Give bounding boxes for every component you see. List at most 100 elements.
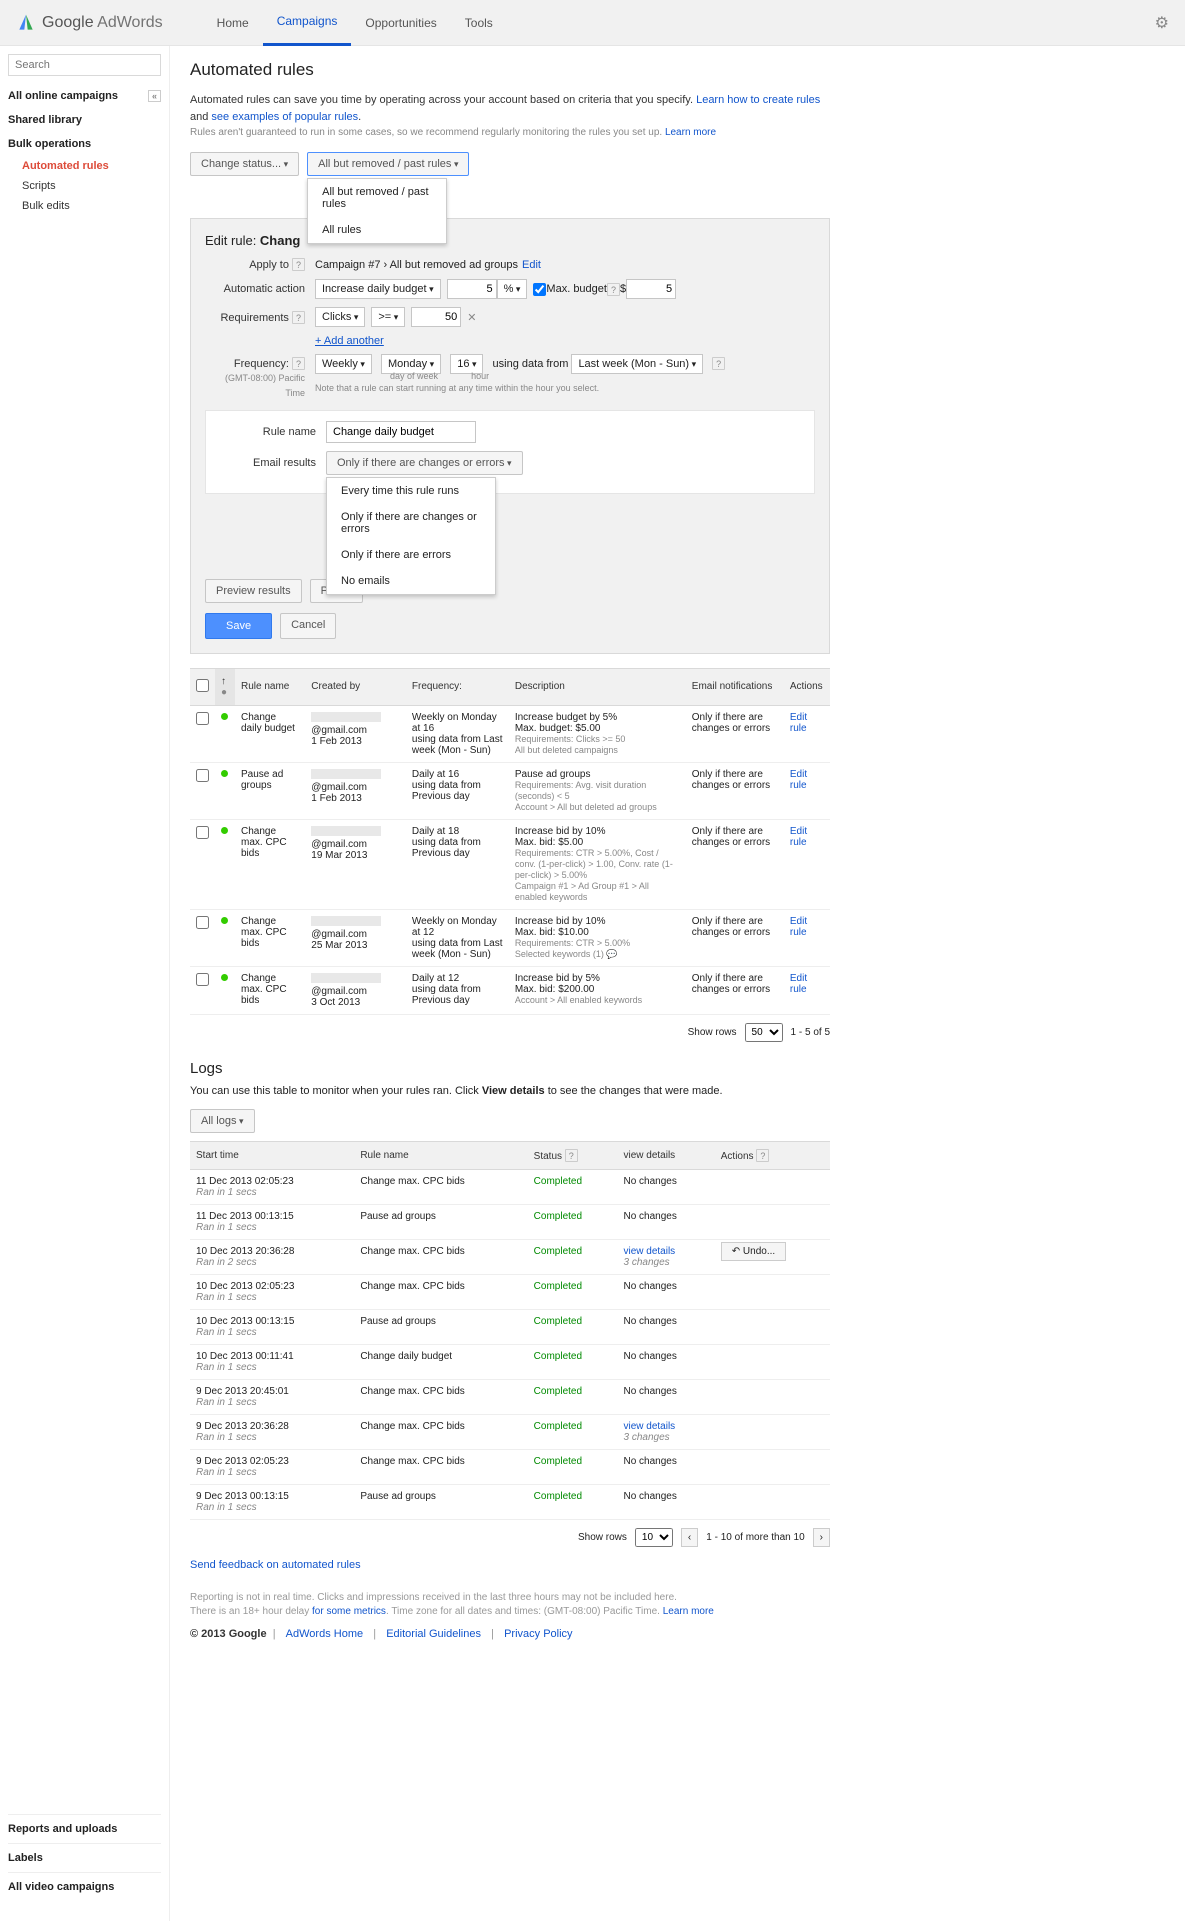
change-status-button[interactable]: Change status... [190,152,299,176]
select-all-checkbox[interactable] [196,679,209,692]
action-value-input[interactable] [447,279,497,299]
prev-page-icon[interactable]: ‹ [681,1528,698,1547]
adwords-home-link[interactable]: AdWords Home [286,1628,363,1640]
sidebar-bulk-ops[interactable]: Bulk operations [8,132,161,156]
req-value-input[interactable] [411,307,461,327]
max-budget-input[interactable] [626,279,676,299]
logs-rows-select[interactable]: 10 [635,1528,673,1547]
email-opt-0[interactable]: Every time this rule runs [327,478,495,504]
help-icon[interactable]: ? [712,357,725,370]
help-icon[interactable]: ? [607,283,620,296]
col-freq[interactable]: Frequency: [406,668,509,705]
undo-button[interactable]: ↶ Undo... [721,1242,786,1261]
privacy-link[interactable]: Privacy Policy [504,1628,572,1640]
sidebar-labels[interactable]: Labels [8,1843,161,1872]
log-col-rule[interactable]: Rule name [354,1141,527,1169]
req-op-select[interactable]: >= [371,307,405,327]
req-metric-select[interactable]: Clicks [315,307,365,327]
editorial-link[interactable]: Editorial Guidelines [386,1628,481,1640]
max-budget-checkbox[interactable] [533,283,546,296]
cancel-button[interactable]: Cancel [280,613,336,639]
learn-more-link[interactable]: Learn more [665,127,716,138]
log-col-status[interactable]: Status ? [528,1141,618,1169]
help-icon[interactable]: ? [292,311,305,324]
edit-rule-link[interactable]: Edit rule [790,826,807,848]
row-checkbox[interactable] [196,826,209,839]
filter-dropdown[interactable]: All but removed / past rules [307,152,469,176]
edit-rule-link[interactable]: Edit rule [790,712,807,734]
edit-title: Edit rule: Chang [205,233,815,248]
next-page-icon[interactable]: › [813,1528,830,1547]
help-icon[interactable]: ? [292,258,305,271]
collapse-icon[interactable]: « [148,90,161,102]
sidebar-reports[interactable]: Reports and uploads [8,1814,161,1843]
rows-select[interactable]: 50 [745,1023,783,1042]
cell-actions [715,1204,830,1239]
email-opt-1[interactable]: Only if there are changes or errors [327,504,495,542]
learn-create-link[interactable]: Learn how to create rules [696,94,820,106]
log-col-details[interactable]: view details [617,1141,714,1169]
row-checkbox[interactable] [196,916,209,929]
remove-icon[interactable]: ✕ [467,311,476,324]
hr-hint: hour [471,371,489,381]
nav-home[interactable]: Home [203,0,263,46]
sort-col[interactable]: ↑ ● [215,668,235,705]
help-icon[interactable]: ? [756,1149,769,1162]
edit-rule-link[interactable]: Edit rule [790,973,807,995]
freq-range-select[interactable]: Last week (Mon - Sun) [571,354,703,374]
metrics-link[interactable]: for some metrics [312,1606,386,1617]
edit-rule-link[interactable]: Edit rule [790,916,807,938]
freq-label: Frequency: [234,358,289,370]
nav-opportunities[interactable]: Opportunities [351,0,450,46]
col-rule-name[interactable]: Rule name [235,668,305,705]
freq-using: using data from [493,358,569,370]
apply-edit-link[interactable]: Edit [522,259,541,271]
edit-rule-link[interactable]: Edit rule [790,769,807,791]
logs-filter[interactable]: All logs [190,1109,255,1133]
cell-rule: Change max. CPC bids [354,1169,527,1204]
filter-opt-1[interactable]: All rules [308,217,446,243]
action-unit-select[interactable]: % [497,279,528,299]
row-checkbox[interactable] [196,769,209,782]
cell-rule-name: Pause ad groups [235,762,305,819]
col-notif[interactable]: Email notifications [686,668,784,705]
view-details-link[interactable]: view details [623,1421,675,1432]
email-results-select[interactable]: Only if there are changes or errors [326,451,523,475]
sidebar-all-campaigns[interactable]: All online campaigns« [8,84,161,108]
gear-icon[interactable]: ⚙ [1155,13,1169,33]
help-icon[interactable]: ? [565,1149,578,1162]
help-icon[interactable]: ? [292,357,305,370]
nav-tools[interactable]: Tools [451,0,507,46]
table-row: Change max. CPC bids @gmail.com3 Oct 201… [190,966,830,1014]
sidebar-item-scripts[interactable]: Scripts [8,176,161,196]
rule-name-input[interactable] [326,421,476,443]
sidebar-item-automated-rules[interactable]: Automated rules [8,156,161,176]
log-col-time[interactable]: Start time [190,1141,354,1169]
nav-campaigns[interactable]: Campaigns [263,0,352,46]
action-select[interactable]: Increase daily budget [315,279,441,299]
filter-opt-0[interactable]: All but removed / past rules [308,179,446,217]
sidebar-shared-library[interactable]: Shared library [8,108,161,132]
add-another-link[interactable]: + Add another [315,335,384,347]
examples-link[interactable]: see examples of popular rules [211,111,358,123]
row-checkbox[interactable] [196,712,209,725]
learn-more-footer[interactable]: Learn more [663,1606,714,1617]
row-checkbox[interactable] [196,973,209,986]
logo[interactable]: Google Google AdWordsAdWords [16,13,163,33]
view-details-link[interactable]: view details [623,1246,675,1257]
search-input[interactable] [8,54,161,76]
status-dot [221,974,228,981]
col-actions[interactable]: Actions [784,668,830,705]
email-opt-2[interactable]: Only if there are errors [327,542,495,568]
save-button[interactable]: Save [205,613,272,639]
col-created[interactable]: Created by [305,668,406,705]
email-opt-3[interactable]: No emails [327,568,495,594]
preview-results-button[interactable]: Preview results [205,579,302,603]
log-col-actions[interactable]: Actions ? [715,1141,830,1169]
sidebar-item-bulk-edits[interactable]: Bulk edits [8,196,161,216]
feedback-link[interactable]: Send feedback on automated rules [190,1559,361,1571]
freq-period-select[interactable]: Weekly [315,354,372,374]
sidebar-video[interactable]: All video campaigns [8,1872,161,1901]
cell-notif: Only if there are changes or errors [686,909,784,966]
col-desc[interactable]: Description [509,668,686,705]
